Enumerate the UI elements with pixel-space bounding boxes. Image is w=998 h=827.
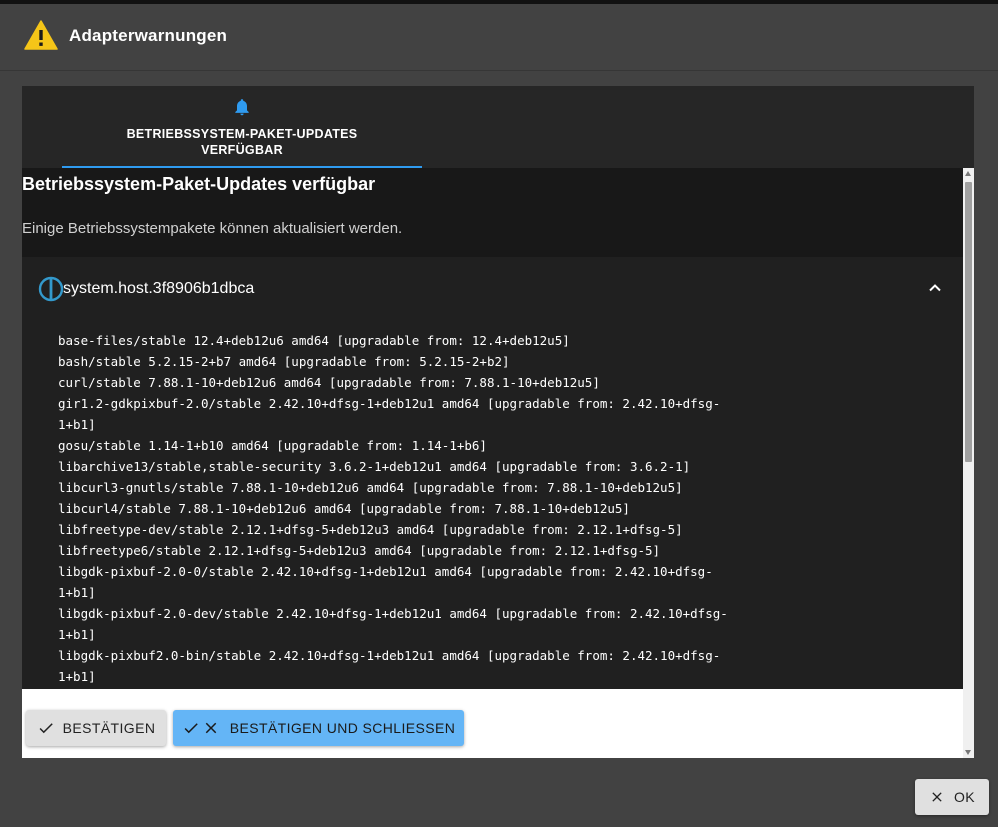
ok-button[interactable]: OK — [915, 779, 989, 815]
dialog-content: BETRIEBSSYSTEM-PAKET-UPDATES VERFÜGBAR Be… — [22, 86, 974, 758]
check-icon — [39, 723, 53, 734]
warning-icon — [24, 20, 58, 50]
list-item: bash/stable 5.2.15-2+b7 amd64 [upgradabl… — [58, 354, 510, 369]
close-icon — [205, 722, 216, 734]
close-icon — [932, 792, 942, 802]
confirm-and-close-button[interactable]: BESTÄTIGEN UND SCHLIESSEN — [173, 710, 464, 746]
tab-bar: BETRIEBSSYSTEM-PAKET-UPDATES VERFÜGBAR — [22, 86, 974, 168]
list-item: base-files/stable 12.4+deb12u6 amd64 [up… — [58, 333, 570, 348]
check-icon — [184, 723, 198, 734]
list-item: gosu/stable 1.14-1+b10 amd64 [upgradable… — [58, 438, 487, 453]
scroll-up-arrow-icon[interactable] — [965, 171, 971, 176]
tab-os-package-updates[interactable]: BETRIEBSSYSTEM-PAKET-UPDATES VERFÜGBAR — [62, 86, 422, 168]
confirm-and-close-button-label: BESTÄTIGEN UND SCHLIESSEN — [229, 720, 456, 736]
action-bar: BESTÄTIGEN BESTÄTIGEN UND SCHLIESSEN — [22, 689, 963, 758]
list-item: libarchive13/stable,stable-security 3.6.… — [58, 459, 691, 474]
message-description: Einige Betriebssystempakete können aktua… — [22, 220, 403, 237]
list-item: libcurl3-gnutls/stable 7.88.1-10+deb12u6… — [58, 480, 683, 495]
scrollbar-thumb[interactable] — [965, 182, 972, 462]
list-item: gir1.2-gdkpixbuf-2.0/stable 2.42.10+dfsg… — [58, 396, 721, 432]
list-item: libgdk-pixbuf2.0-bin/stable 2.42.10+dfsg… — [58, 648, 721, 684]
iobroker-logo-icon — [38, 276, 64, 302]
bell-icon — [235, 99, 249, 116]
list-item: libgdk-pixbuf-2.0-dev/stable 2.42.10+dfs… — [58, 606, 728, 642]
list-item: curl/stable 7.88.1-10+deb12u6 amd64 [upg… — [58, 375, 600, 390]
chevron-up-icon[interactable] — [927, 280, 943, 296]
tab-label: BETRIEBSSYSTEM-PAKET-UPDATES VERFÜGBAR — [126, 127, 358, 157]
host-name[interactable]: system.host.3f8906b1dbca — [63, 280, 254, 298]
list-item: libcurl4/stable 7.88.1-10+deb12u6 amd64 … — [58, 501, 630, 516]
package-list: base-files/stable 12.4+deb12u6 amd64 [up… — [58, 330, 728, 687]
list-item: libfreetype-dev/stable 2.12.1+dfsg-5+deb… — [58, 522, 683, 537]
adapter-warnings-dialog: Adapterwarnungen BETRIEBSSYSTEM-PAKET-UP… — [0, 4, 998, 827]
ok-button-label: OK — [953, 789, 976, 805]
message-title: Betriebssystem-Paket-Updates verfügbar — [22, 174, 376, 194]
list-item: libgdk-pixbuf-2.0-0/stable 2.42.10+dfsg-… — [58, 564, 713, 600]
dialog-title: Adapterwarnungen — [69, 26, 228, 45]
panel-scrollbar[interactable] — [963, 168, 974, 758]
dialog-title-bar: Adapterwarnungen — [0, 4, 998, 71]
scroll-down-arrow-icon[interactable] — [965, 750, 971, 755]
host-accordion: system.host.3f8906b1dbca base-files/stab… — [22, 257, 963, 758]
confirm-button-label: BESTÄTIGEN — [62, 720, 156, 736]
list-item: libfreetype6/stable 2.12.1+dfsg-5+deb12u… — [58, 543, 661, 558]
tab-panel: Betriebssystem-Paket-Updates verfügbar E… — [22, 168, 963, 758]
confirm-button[interactable]: BESTÄTIGEN — [26, 710, 166, 746]
